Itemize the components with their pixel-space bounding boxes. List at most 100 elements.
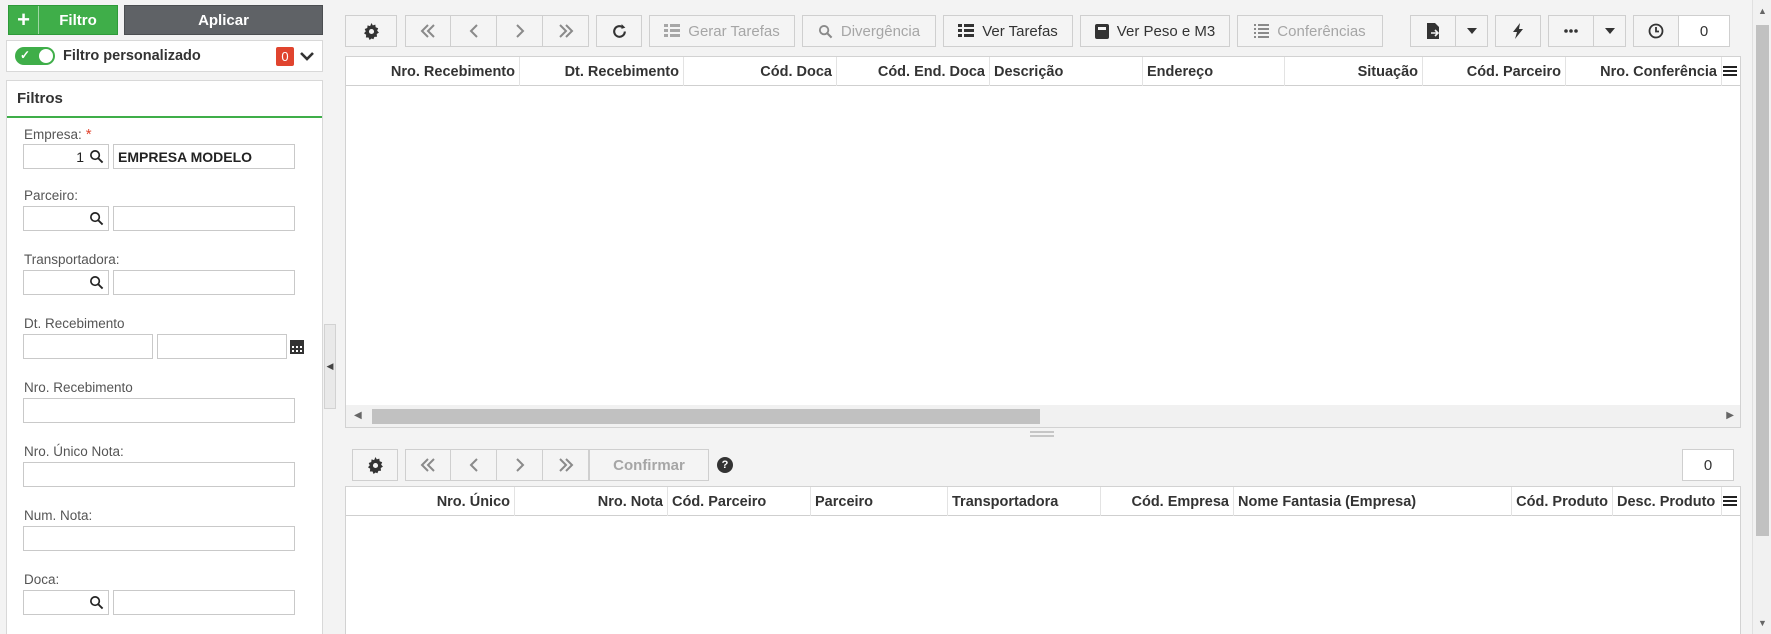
double-chevron-left-icon [420, 458, 435, 472]
col-nro-recebimento[interactable]: Nro. Recebimento [346, 57, 520, 86]
col-cod-parceiro-b[interactable]: Cód. Parceiro [668, 487, 811, 516]
transportadora-label: Transportadora: [24, 252, 120, 267]
more-options-dropdown-button[interactable] [1594, 15, 1626, 47]
col-cod-parceiro[interactable]: Cód. Parceiro [1423, 57, 1566, 86]
top-grid-horizontal-scrollbar[interactable]: ◀ ▶ [346, 405, 1740, 427]
col-parceiro[interactable]: Parceiro [811, 487, 948, 516]
scrollbar-thumb[interactable] [1756, 25, 1769, 536]
bottom-first-page-button[interactable] [405, 449, 451, 481]
col-nome-fantasia[interactable]: Nome Fantasia (Empresa) [1234, 487, 1512, 516]
collapse-panel-handle[interactable]: ◀ [324, 324, 336, 409]
filters-title: Filtros [7, 81, 322, 118]
first-page-button[interactable] [405, 15, 451, 47]
list-icon [1254, 24, 1270, 38]
more-options-button[interactable] [1548, 15, 1594, 47]
doca-name-input[interactable] [113, 590, 295, 615]
chevron-right-icon [515, 24, 524, 38]
settings-button[interactable] [345, 15, 397, 47]
apply-button[interactable]: Aplicar [124, 5, 323, 35]
dt-recebimento-to-input[interactable] [157, 334, 287, 359]
task-list-icon [958, 24, 975, 37]
empresa-code-input[interactable]: 1 [23, 144, 109, 169]
lightning-icon [1513, 23, 1523, 39]
caret-down-icon [1604, 28, 1615, 34]
empresa-name-input[interactable]: EMPRESA MODELO [113, 144, 295, 169]
gear-icon [363, 22, 379, 40]
scroll-up-icon[interactable]: ▲ [1758, 6, 1767, 16]
double-chevron-left-icon [420, 24, 435, 38]
conferencias-button[interactable]: Conferências [1237, 15, 1383, 47]
bottom-prev-page-button[interactable] [451, 449, 497, 481]
num-nota-label: Num. Nota: [24, 508, 93, 523]
col-situacao[interactable]: Situação [1285, 57, 1423, 86]
col-cod-doca[interactable]: Cód. Doca [684, 57, 837, 86]
custom-filter-label: Filtro personalizado [63, 48, 201, 64]
column-menu-icon[interactable] [1722, 493, 1738, 509]
col-desc-produto[interactable]: Desc. Produto [1613, 487, 1722, 516]
required-mark: * [85, 126, 92, 143]
task-list-icon [664, 24, 681, 37]
search-icon[interactable] [89, 211, 104, 226]
top-toolbar: Gerar Tarefas Divergência Ver Tarefas Ve… [345, 15, 1679, 47]
doca-code-input[interactable] [23, 590, 109, 615]
scale-icon [1094, 23, 1109, 39]
chevron-right-icon [515, 458, 524, 472]
col-nro-conferencia[interactable]: Nro. Conferência [1566, 57, 1722, 86]
nro-recebimento-input[interactable] [23, 398, 295, 423]
custom-filter-toggle[interactable]: ✓ [15, 47, 55, 65]
col-descricao[interactable]: Descrição [990, 57, 1143, 86]
num-nota-input[interactable] [23, 526, 295, 551]
filters-box: Filtros Empresa: * 1 EMPRESA MODELO Parce… [6, 80, 323, 634]
parceiro-name-input[interactable] [113, 206, 295, 231]
quick-action-button[interactable] [1495, 15, 1541, 47]
prev-page-button[interactable] [451, 15, 497, 47]
chevron-down-icon[interactable] [298, 47, 316, 65]
ver-tarefas-button[interactable]: Ver Tarefas [943, 15, 1073, 47]
ver-peso-button[interactable]: Ver Peso e M3 [1080, 15, 1230, 47]
search-icon[interactable] [89, 275, 104, 290]
col-nro-unico[interactable]: Nro. Único [346, 487, 515, 516]
transportadora-name-input[interactable] [113, 270, 295, 295]
add-filter-button[interactable]: + Filtro [8, 5, 118, 35]
col-transportadora[interactable]: Transportadora [948, 487, 1101, 516]
history-button[interactable] [1633, 15, 1679, 47]
col-nro-nota[interactable]: Nro. Nota [515, 487, 668, 516]
confirmar-button[interactable]: Confirmar [589, 449, 709, 481]
last-page-button[interactable] [543, 15, 589, 47]
gerar-tarefas-button[interactable]: Gerar Tarefas [649, 15, 795, 47]
next-page-button[interactable] [497, 15, 543, 47]
search-icon[interactable] [89, 149, 104, 164]
scrollbar-thumb[interactable] [372, 409, 1040, 424]
divergencia-button[interactable]: Divergência [802, 15, 936, 47]
double-chevron-right-icon [558, 24, 573, 38]
col-endereco[interactable]: Endereço [1143, 57, 1285, 86]
bottom-last-page-button[interactable] [543, 449, 589, 481]
bottom-settings-button[interactable] [352, 449, 398, 481]
dt-recebimento-from-input[interactable] [23, 334, 153, 359]
col-cod-end-doca[interactable]: Cód. End. Doca [837, 57, 990, 86]
top-record-count: 0 [1678, 15, 1730, 47]
parceiro-code-input[interactable] [23, 206, 109, 231]
page-vertical-scrollbar[interactable]: ▲ ▼ [1752, 0, 1771, 634]
col-dt-recebimento[interactable]: Dt. Recebimento [520, 57, 684, 86]
scroll-down-icon[interactable]: ▼ [1758, 618, 1767, 628]
export-dropdown-button[interactable] [1456, 15, 1488, 47]
transportadora-code-input[interactable] [23, 270, 109, 295]
col-cod-empresa[interactable]: Cód. Empresa [1101, 487, 1234, 516]
column-menu-icon[interactable] [1722, 63, 1738, 79]
panel-splitter[interactable] [1030, 430, 1054, 438]
refresh-button[interactable] [596, 15, 642, 47]
search-icon[interactable] [89, 595, 104, 610]
scroll-right-icon[interactable]: ▶ [1726, 410, 1734, 421]
export-button[interactable] [1410, 15, 1456, 47]
bottom-grid: Nro. Único Nro. Nota Cód. Parceiro Parce… [345, 486, 1741, 634]
chevron-left-icon [469, 24, 478, 38]
filter-panel: + Filtro Aplicar ✓ Filtro personalizado … [0, 0, 330, 634]
double-chevron-right-icon [558, 458, 573, 472]
bottom-next-page-button[interactable] [497, 449, 543, 481]
calendar-icon[interactable] [289, 339, 305, 355]
scroll-left-icon[interactable]: ◀ [354, 410, 362, 421]
help-icon[interactable]: ? [717, 457, 733, 473]
col-cod-produto[interactable]: Cód. Produto [1512, 487, 1613, 516]
nro-unico-nota-input[interactable] [23, 462, 295, 487]
